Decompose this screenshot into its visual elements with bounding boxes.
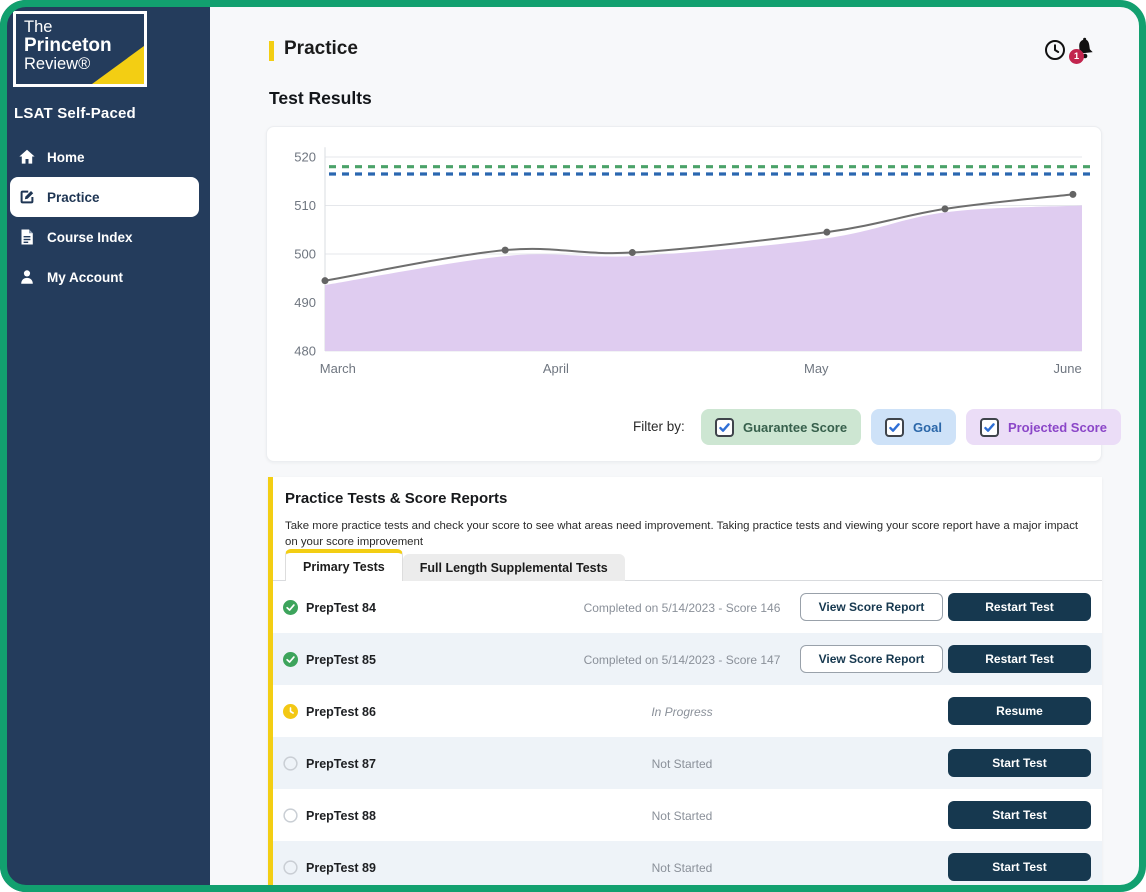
y-tick-label: 510 [294, 198, 316, 213]
check-circle-icon [283, 652, 298, 667]
check-circle-icon [283, 600, 298, 615]
checkbox-checked[interactable] [980, 418, 999, 437]
title-accent-bar [269, 41, 274, 61]
start-test-button[interactable]: Start Test [948, 749, 1091, 777]
clock-progress-icon [283, 704, 298, 719]
test-name: PrepTest 88 [306, 809, 376, 823]
filter-chips: Guarantee Score Goal Projected Score [701, 409, 1121, 445]
sidebar-nav: Home Practice Course Index My Account [0, 137, 210, 297]
home-icon [17, 147, 37, 167]
sidebar-item-course-index[interactable]: Course Index [10, 217, 199, 257]
page-title: Practice [284, 38, 358, 60]
document-icon [17, 227, 37, 247]
test-status: In Progress [577, 705, 787, 719]
edit-icon [17, 187, 37, 207]
test-status: Not Started [577, 861, 787, 875]
test-name: PrepTest 87 [306, 757, 376, 771]
score-chart-card: 520 510 500 490 480 March April May June Filter … [266, 126, 1102, 462]
score-chart: 520 510 500 490 480 March April May June [267, 135, 1101, 385]
filter-chip-label: Guarantee Score [743, 420, 847, 435]
logo-text: The Princeton Review® [16, 14, 144, 73]
test-name: PrepTest 85 [306, 653, 376, 667]
sidebar-item-label: Home [47, 150, 85, 165]
test-name: PrepTest 89 [306, 861, 376, 875]
y-tick-label: 500 [294, 247, 316, 262]
logo-line-the: The [24, 19, 144, 36]
table-row: PrepTest 85 Completed on 5/14/2023 - Scor… [273, 633, 1102, 685]
logo-line-review: Review® [24, 56, 144, 73]
score-point [823, 229, 830, 236]
test-status: Not Started [577, 757, 787, 771]
empty-circle-icon [283, 808, 298, 823]
filter-chip-projected-score[interactable]: Projected Score [966, 409, 1121, 445]
score-point [322, 277, 329, 284]
logo-line-princeton: Princeton [24, 36, 144, 56]
test-status: Completed on 5/14/2023 - Score 146 [577, 601, 787, 615]
sidebar-item-label: Practice [47, 190, 100, 205]
test-name: PrepTest 84 [306, 601, 376, 615]
restart-test-button[interactable]: Restart Test [948, 645, 1091, 673]
test-status: Completed on 5/14/2023 - Score 147 [577, 653, 787, 667]
practice-card-title: Practice Tests & Score Reports [285, 490, 507, 507]
tab-primary-tests[interactable]: Primary Tests [285, 549, 403, 581]
x-tick-label: April [543, 361, 569, 376]
score-point [1069, 191, 1076, 198]
princeton-review-logo: The Princeton Review® [13, 11, 147, 87]
test-tabs: Primary TestsFull Length Supplemental Te… [285, 549, 625, 581]
filter-chip-goal[interactable]: Goal [871, 409, 956, 445]
test-status: Not Started [577, 809, 787, 823]
empty-circle-icon [283, 756, 298, 771]
sidebar: The Princeton Review® LSAT Self-Paced Ho… [0, 0, 210, 892]
product-title: LSAT Self-Paced [14, 105, 136, 122]
notification-badge: 1 [1069, 49, 1084, 64]
start-test-button[interactable]: Start Test [948, 801, 1091, 829]
practice-tests-card: Practice Tests & Score Reports Take more… [268, 477, 1102, 892]
projected-score-area [325, 206, 1082, 352]
filter-chip-label: Projected Score [1008, 420, 1107, 435]
chart-filter-row: Filter by: Guarantee ScoreGoalProjected … [267, 409, 1101, 445]
sidebar-item-label: My Account [47, 270, 123, 285]
view-score-report-button[interactable]: View Score Report [800, 593, 943, 621]
table-row: PrepTest 88 Not Started Start Test [273, 789, 1102, 841]
sidebar-item-home[interactable]: Home [10, 137, 199, 177]
empty-circle-icon [283, 860, 298, 875]
app-frame: The Princeton Review® LSAT Self-Paced Ho… [0, 0, 1146, 892]
checkbox-checked[interactable] [885, 418, 904, 437]
y-tick-label: 490 [294, 295, 316, 310]
filter-chip-guarantee-score[interactable]: Guarantee Score [701, 409, 861, 445]
notifications-bell-icon[interactable]: 1 [1071, 36, 1097, 63]
score-point [629, 249, 636, 256]
x-tick-label: May [804, 361, 829, 376]
table-row: PrepTest 89 Not Started Start Test [273, 841, 1102, 892]
start-test-button[interactable]: Start Test [948, 853, 1091, 881]
table-row: PrepTest 84 Completed on 5/14/2023 - Scor… [273, 581, 1102, 633]
x-tick-label: March [320, 361, 356, 376]
test-results-title: Test Results [269, 88, 372, 109]
score-point [941, 205, 948, 212]
filter-by-label: Filter by: [633, 419, 685, 434]
restart-test-button[interactable]: Restart Test [948, 593, 1091, 621]
y-tick-label: 480 [294, 344, 316, 359]
filter-chip-label: Goal [913, 420, 942, 435]
sidebar-item-label: Course Index [47, 230, 133, 245]
test-name: PrepTest 86 [306, 705, 376, 719]
y-tick-label: 520 [294, 150, 316, 165]
sidebar-item-practice[interactable]: Practice [10, 177, 199, 217]
checkbox-checked[interactable] [715, 418, 734, 437]
score-point [502, 247, 509, 254]
test-rows: PrepTest 84 Completed on 5/14/2023 - Scor… [273, 581, 1102, 892]
practice-card-description: Take more practice tests and check your … [285, 518, 1080, 550]
tab-full-length-supplemental-tests[interactable]: Full Length Supplemental Tests [403, 554, 625, 581]
history-clock-icon[interactable] [1043, 38, 1067, 62]
x-tick-label: June [1054, 361, 1082, 376]
table-row: PrepTest 86 In Progress Resume [273, 685, 1102, 737]
view-score-report-button[interactable]: View Score Report [800, 645, 943, 673]
person-icon [17, 267, 37, 287]
sidebar-item-my-account[interactable]: My Account [10, 257, 199, 297]
table-row: PrepTest 87 Not Started Start Test [273, 737, 1102, 789]
resume-button[interactable]: Resume [948, 697, 1091, 725]
